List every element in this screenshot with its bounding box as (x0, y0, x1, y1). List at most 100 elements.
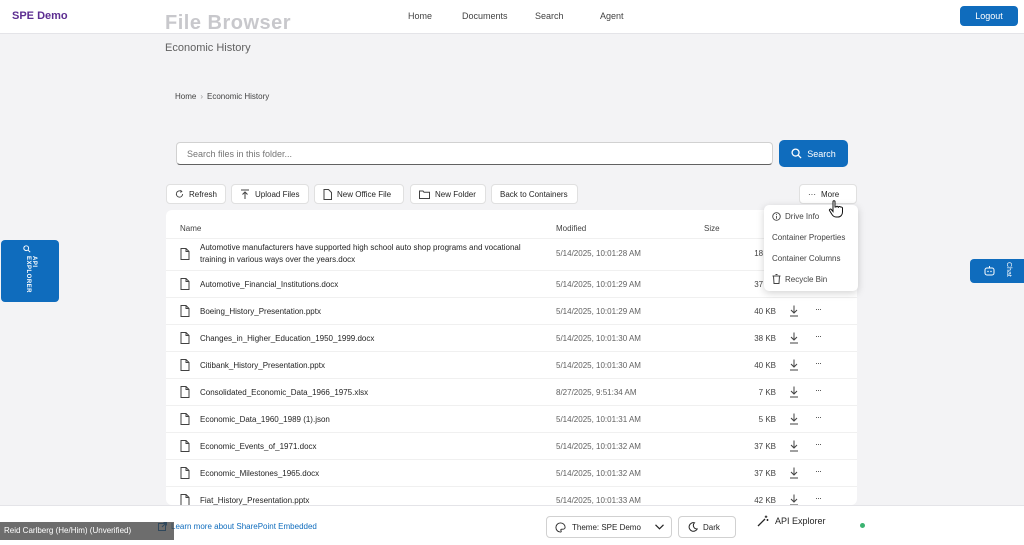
download-icon[interactable] (789, 359, 799, 371)
file-icon (180, 440, 190, 452)
menu-item-drive-info[interactable]: Drive Info (772, 212, 819, 221)
nav-agent[interactable]: Agent (600, 11, 624, 21)
learn-more-link[interactable]: Learn more about SharePoint Embedded (158, 522, 317, 531)
api-explorer-label: API Explorer (775, 516, 826, 526)
learn-more-label: Learn more about SharePoint Embedded (171, 522, 317, 531)
row-more-button[interactable]: ··· (815, 358, 822, 368)
new-office-file-button[interactable]: New Office File (314, 184, 404, 204)
download-icon[interactable] (789, 467, 799, 479)
breadcrumb: Home › Economic History (175, 92, 269, 101)
menu-item-label: Container Columns (772, 254, 841, 263)
file-icon (180, 386, 190, 398)
refresh-label: Refresh (188, 189, 217, 199)
dark-mode-toggle[interactable]: Dark (678, 516, 736, 538)
refresh-icon (175, 189, 184, 198)
chat-bot-icon (984, 266, 995, 276)
menu-item-container-properties[interactable]: Container Properties (772, 233, 845, 242)
new-folder-button[interactable]: New Folder (410, 184, 486, 204)
file-name[interactable]: Consolidated_Economic_Data_1966_1975.xls… (200, 387, 530, 399)
api-explorer-side-tab[interactable]: API EXPLORER (1, 240, 59, 302)
table-row[interactable]: Fiat_History_Presentation.pptx 5/14/2025,… (166, 486, 857, 505)
menu-item-container-columns[interactable]: Container Columns (772, 254, 840, 263)
download-icon[interactable] (789, 494, 799, 505)
table-row[interactable]: Automotive manufacturers have supported … (166, 238, 857, 270)
wand-icon (757, 515, 769, 527)
table-row[interactable]: Consolidated_Economic_Data_1966_1975.xls… (166, 378, 857, 405)
new-folder-label: New Folder (435, 189, 476, 199)
table-row[interactable]: Economic_Events_of_1971.docx 5/14/2025, 1… (166, 432, 857, 459)
download-icon[interactable] (789, 305, 799, 317)
file-modified: 5/14/2025, 10:01:29 AM (556, 280, 641, 289)
file-modified: 5/14/2025, 10:01:32 AM (556, 442, 641, 451)
search-button[interactable]: Search (779, 140, 848, 167)
file-modified: 5/14/2025, 10:01:30 AM (556, 361, 641, 370)
breadcrumb-home[interactable]: Home (175, 92, 196, 101)
file-size: 42 KB (754, 496, 776, 505)
column-header-name[interactable]: Name (180, 224, 201, 233)
nav-documents[interactable]: Documents (462, 11, 508, 21)
search-icon (791, 148, 802, 159)
file-name[interactable]: Economic_Events_of_1971.docx (200, 441, 530, 453)
table-row[interactable]: Changes_in_Higher_Education_1950_1999.do… (166, 324, 857, 351)
table-row[interactable]: Citibank_History_Presentation.pptx 5/14/2… (166, 351, 857, 378)
chat-side-tab[interactable]: Chat (970, 259, 1024, 283)
table-row[interactable]: Economic_Data_1960_1989 (1).json 5/14/202… (166, 405, 857, 432)
app-brand[interactable]: SPE Demo (12, 10, 68, 22)
theme-label: Theme: SPE Demo (572, 522, 641, 532)
file-size: 37 KB (754, 442, 776, 451)
file-size: 37 KB (754, 469, 776, 478)
theme-dropdown[interactable]: Theme: SPE Demo (546, 516, 672, 538)
file-name[interactable]: Citibank_History_Presentation.pptx (200, 360, 530, 372)
row-more-button[interactable]: ··· (815, 385, 822, 395)
file-modified: 5/14/2025, 10:01:32 AM (556, 469, 641, 478)
row-more-button[interactable]: ··· (815, 304, 822, 314)
table-row[interactable]: Economic_Milestones_1965.docx 5/14/2025, … (166, 459, 857, 486)
upload-label: Upload Files (255, 189, 300, 199)
row-more-button[interactable]: ··· (815, 439, 822, 449)
row-more-button[interactable]: ··· (815, 466, 822, 476)
file-name[interactable]: Boeing_History_Presentation.pptx (200, 306, 530, 318)
column-header-size[interactable]: Size (704, 224, 720, 233)
download-icon[interactable] (789, 413, 799, 425)
file-name[interactable]: Economic_Data_1960_1989 (1).json (200, 414, 530, 426)
menu-item-recycle-bin[interactable]: Recycle Bin (772, 274, 827, 284)
file-size: 7 KB (758, 388, 776, 397)
api-explorer-button[interactable]: API Explorer (757, 515, 826, 527)
file-icon (323, 188, 332, 200)
column-header-modified[interactable]: Modified (556, 224, 586, 233)
table-row[interactable]: Automotive_Financial_Institutions.docx 5/… (166, 270, 857, 297)
download-icon[interactable] (789, 386, 799, 398)
menu-item-label: Container Properties (772, 233, 846, 242)
file-icon (180, 305, 190, 317)
nav-search[interactable]: Search (535, 11, 564, 21)
user-presence-tag: Reid Carlberg (He/Him) (Unverified) (0, 522, 174, 540)
back-to-containers-button[interactable]: Back to Containers (491, 184, 578, 204)
more-label: More (821, 189, 840, 199)
top-navbar: SPE Demo Home Documents Search Agent Log… (0, 0, 1024, 34)
folder-icon (419, 190, 430, 199)
logout-button[interactable]: Logout (960, 6, 1018, 26)
file-name[interactable]: Fiat_History_Presentation.pptx (200, 495, 530, 505)
menu-item-label: Recycle Bin (785, 274, 828, 284)
row-more-button[interactable]: ··· (815, 331, 822, 341)
table-row[interactable]: Boeing_History_Presentation.pptx 5/14/202… (166, 297, 857, 324)
file-icon (180, 494, 190, 505)
file-name[interactable]: Changes_in_Higher_Education_1950_1999.do… (200, 333, 530, 345)
file-name[interactable]: Automotive_Financial_Institutions.docx (200, 279, 530, 291)
download-icon[interactable] (789, 440, 799, 452)
trash-icon (772, 274, 781, 284)
api-explorer-side-label: API EXPLORER (25, 256, 37, 294)
row-more-button[interactable]: ··· (815, 493, 822, 503)
file-name[interactable]: Automotive manufacturers have supported … (200, 242, 530, 266)
nav-home[interactable]: Home (408, 11, 432, 21)
refresh-button[interactable]: Refresh (166, 184, 226, 204)
search-input[interactable] (176, 142, 773, 165)
row-more-button[interactable]: ··· (815, 412, 822, 422)
chat-side-label: Chat (1005, 262, 1012, 277)
download-icon[interactable] (789, 332, 799, 344)
file-modified: 5/14/2025, 10:01:33 AM (556, 496, 641, 505)
upload-files-button[interactable]: Upload Files (231, 184, 309, 204)
breadcrumb-separator: › (200, 92, 204, 101)
back-to-containers-label: Back to Containers (500, 189, 568, 199)
file-name[interactable]: Economic_Milestones_1965.docx (200, 468, 530, 480)
